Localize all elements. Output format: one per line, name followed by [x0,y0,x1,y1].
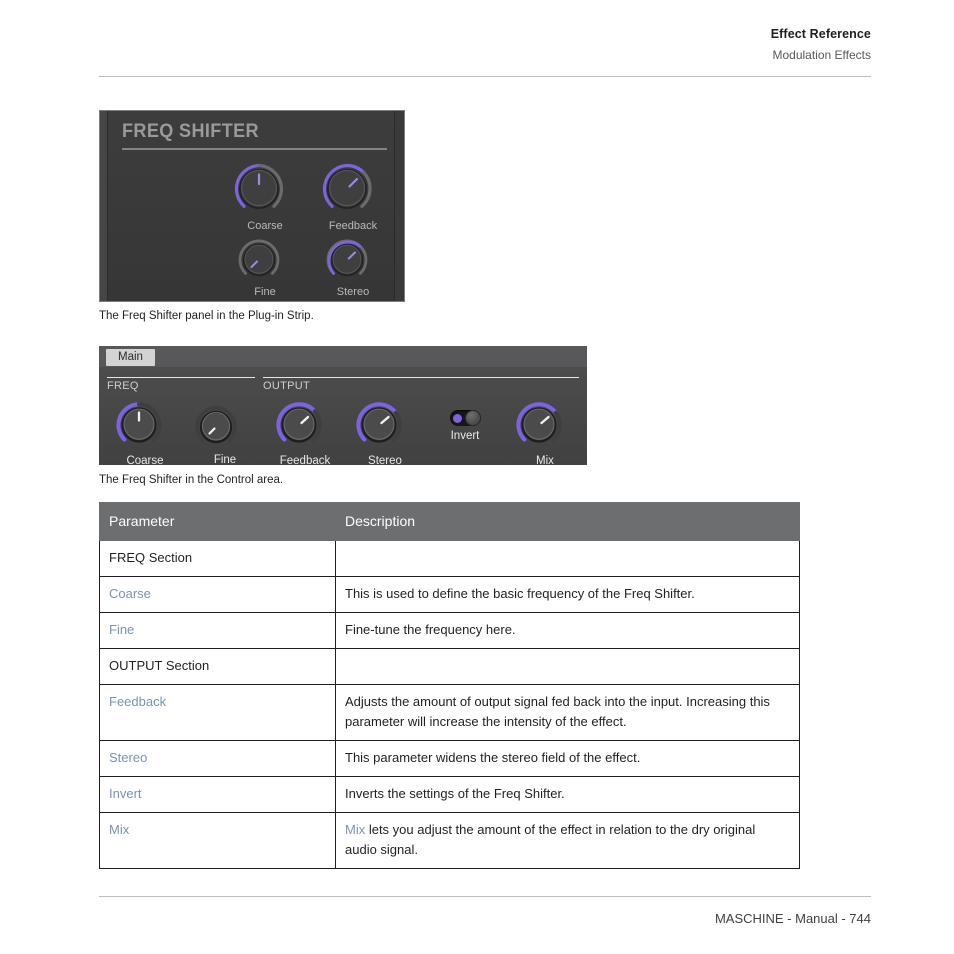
control-area-topbar [99,346,587,367]
param-link-invert[interactable]: Invert [109,786,142,801]
footer-text: MASCHINE - Manual - 744 [714,911,871,926]
control-knob-fine[interactable]: Fine [193,404,257,465]
cell-description: This is used to define the basic frequen… [335,576,800,613]
section-label-freq: FREQ [107,380,139,392]
knob-label-coarse-ca: Coarse [126,455,164,465]
param-link-fine[interactable]: Fine [109,622,134,637]
header-title: Effect Reference [770,27,871,41]
cell-parameter: Invert [99,776,336,813]
knob-dial-feedback[interactable] [319,161,387,217]
param-link-feedback[interactable]: Feedback [109,694,166,709]
header-subtitle: Modulation Effects [772,48,871,62]
cell-description: Adjusts the amount of output signal fed … [335,684,800,741]
column-header-parameter: Parameter [99,502,336,541]
cell-description [335,540,800,577]
knob-label-fine: Fine [254,286,276,298]
table-row: Feedback Adjusts the amount of output si… [99,684,800,741]
cell-parameter: Coarse [99,576,336,613]
strip-knob-coarse[interactable]: Coarse [231,161,299,232]
knob-label-stereo: Stereo [336,286,370,298]
section-label-output: OUTPUT [263,380,311,392]
table-row: FREQ Section [99,540,800,577]
cell-description: Mix lets you adjust the amount of the ef… [335,812,800,869]
control-toggle-invert[interactable]: Invert [433,410,497,442]
column-header-description: Description [335,502,800,541]
header-divider [99,76,871,77]
param-link-mix[interactable]: Mix [109,822,129,837]
footer-divider [99,896,871,897]
knob-dial-fine-ca[interactable] [193,404,257,450]
table-row: Invert Inverts the settings of the Freq … [99,776,800,813]
page-header: Effect Reference Modulation Effects [99,26,871,63]
strip-knob-fine[interactable]: Fine [236,237,294,298]
desc-link-mix[interactable]: Mix [345,822,365,837]
knob-label-stereo-ca: Stereo [368,455,402,465]
table-row: Mix Mix lets you adjust the amount of th… [99,812,800,869]
knob-dial-stereo[interactable] [324,237,382,283]
strip-knob-feedback[interactable]: Feedback [319,161,387,232]
parameter-table: Parameter Description FREQ Section Coars… [99,502,800,869]
section-rule-output [263,377,579,378]
control-area-panel: Main FREQ OUTPUT Coarse Fine Feedback St… [99,346,587,465]
toggle-handle-ca[interactable] [464,410,481,426]
plugin-strip-title-rule [122,148,387,150]
toggle-indicator-dot-ca [452,413,462,423]
cell-description: Inverts the settings of the Freq Shifter… [335,776,800,813]
table-row: Coarse This is used to define the basic … [99,576,800,613]
knob-dial-coarse[interactable] [231,161,299,217]
knob-label-fine-ca: Fine [213,454,237,465]
table-row: Fine Fine-tune the frequency here. [99,612,800,649]
param-link-coarse[interactable]: Coarse [109,586,151,601]
cell-parameter: OUTPUT Section [99,648,336,685]
knob-dial-mix-ca[interactable] [513,399,577,451]
cell-parameter: Fine [99,612,336,649]
cell-description: Fine-tune the frequency here. [335,612,800,649]
cell-parameter: Stereo [99,740,336,777]
control-knob-coarse[interactable]: Coarse [113,399,177,465]
knob-label-coarse: Coarse [247,220,283,232]
table-row: Stereo This parameter widens the stereo … [99,740,800,777]
control-knob-stereo[interactable]: Stereo [353,399,417,465]
cell-parameter: FREQ Section [99,540,336,577]
toggle-track-invert-ca[interactable] [449,410,481,426]
cell-description [335,648,800,685]
plugin-strip-left-bar [100,111,107,301]
cell-description: This parameter widens the stereo field o… [335,740,800,777]
cell-parameter: Feedback [99,684,336,741]
desc-text-mix: lets you adjust the amount of the effect… [345,822,756,857]
knob-label-mix-ca: Mix [536,455,554,465]
cell-parameter: Mix [99,812,336,869]
section-rule-freq [107,377,255,378]
table-row: OUTPUT Section [99,648,800,685]
caption-plugin-strip: The Freq Shifter panel in the Plug-in St… [99,310,314,322]
control-knob-feedback[interactable]: Feedback [273,399,337,465]
toggle-label-invert-ca: Invert [450,430,480,442]
table-header-row: Parameter Description [99,502,800,541]
knob-label-feedback-ca: Feedback [279,455,331,465]
caption-control-area: The Freq Shifter in the Control area. [99,474,284,486]
knob-label-feedback: Feedback [328,220,378,232]
param-link-stereo[interactable]: Stereo [109,750,147,765]
plugin-strip-title: FREQ SHIFTER [122,121,259,142]
plugin-strip-panel: FREQ SHIFTER Coarse Feedback Fine Stereo [99,110,405,302]
knob-dial-coarse-ca[interactable] [113,399,177,451]
tab-main[interactable]: Main [106,349,155,366]
control-knob-mix[interactable]: Mix [513,399,577,465]
knob-dial-feedback-ca[interactable] [273,399,337,451]
strip-knob-stereo[interactable]: Stereo [324,237,382,298]
knob-dial-stereo-ca[interactable] [353,399,417,451]
knob-dial-fine[interactable] [236,237,294,283]
